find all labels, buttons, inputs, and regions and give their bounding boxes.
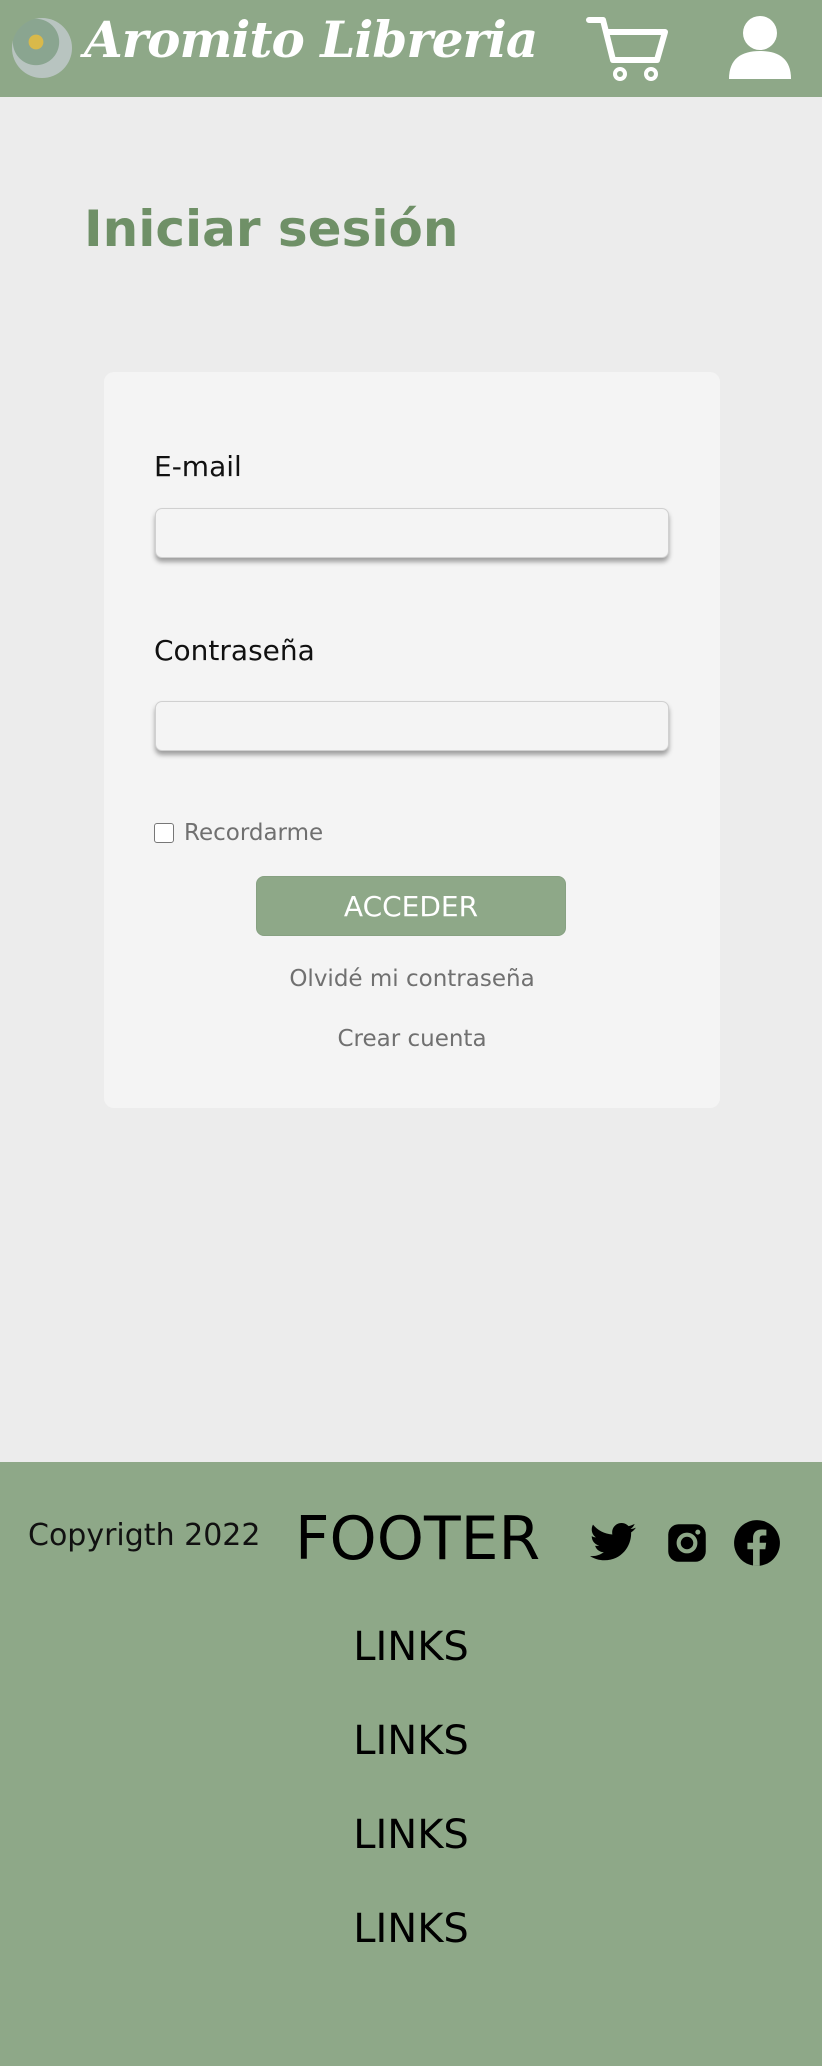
bookstore-logo-icon[interactable] [12,18,72,78]
brand-name[interactable]: Aromito Libreria [84,10,538,69]
create-account-link[interactable]: Crear cuenta [104,1026,720,1052]
footer-link-2[interactable]: LINKS [0,1718,822,1764]
facebook-icon[interactable] [732,1518,782,1568]
footer-link-3[interactable]: LINKS [0,1812,822,1858]
page-title: Iniciar sesión [84,200,459,258]
cart-icon[interactable] [585,14,670,82]
email-label: E-mail [154,450,242,483]
remember-me[interactable]: Recordarme [154,818,323,848]
password-field[interactable] [155,701,669,751]
password-label: Contraseña [154,634,315,667]
footer-link-4[interactable]: LINKS [0,1906,822,1952]
user-icon[interactable] [727,15,793,81]
remember-label[interactable]: Recordarme [184,820,323,846]
forgot-password-link[interactable]: Olvidé mi contraseña [104,966,720,992]
twitter-icon[interactable] [588,1518,638,1568]
instagram-icon[interactable] [662,1518,712,1568]
footer-title: FOOTER [295,1504,541,1574]
copyright-text: Copyrigth 2022 [28,1518,261,1553]
footer-link-1[interactable]: LINKS [0,1624,822,1670]
remember-checkbox[interactable] [154,823,174,843]
login-card: E-mail Contraseña Recordarme ACCEDER Olv… [104,372,720,1108]
site-footer: Copyrigth 2022 FOOTER LINKS LINKS LINKS … [0,1462,822,2066]
login-button[interactable]: ACCEDER [256,876,566,936]
site-header: Aromito Libreria [0,0,822,97]
email-field[interactable] [155,508,669,558]
